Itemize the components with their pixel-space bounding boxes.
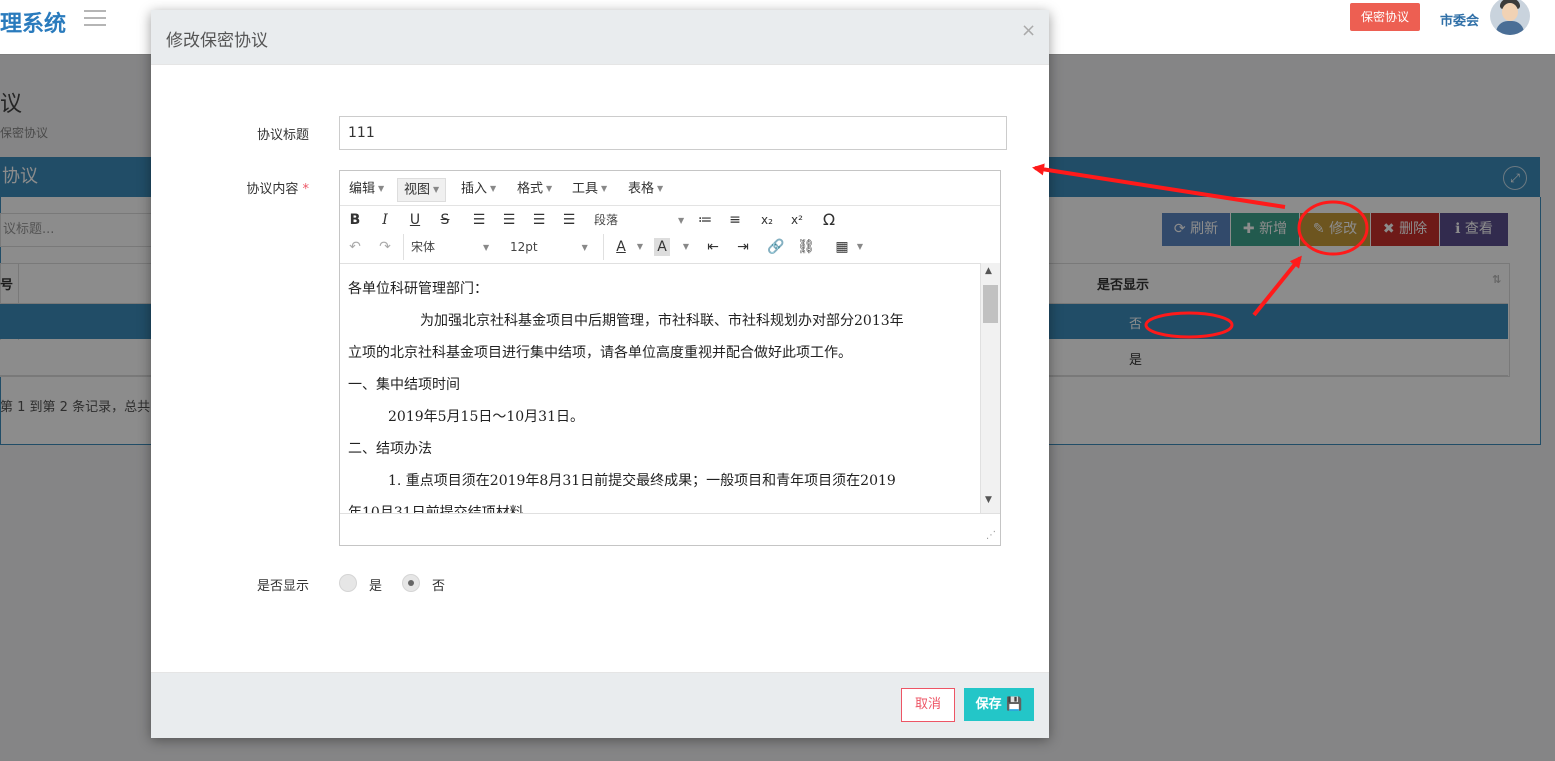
link-icon[interactable]: 🔗 (764, 233, 788, 261)
align-center-icon[interactable]: ☰ (497, 206, 521, 234)
indent-icon[interactable]: ⇥ (731, 233, 755, 261)
redo-icon[interactable]: ↷ (373, 233, 397, 261)
editor-content[interactable]: 各单位科研管理部门： 为加强北京社科基金项目中后期管理，市社科联、市社科规划办对… (340, 263, 980, 514)
outdent-icon[interactable]: ⇤ (701, 233, 725, 261)
bullet-list-icon[interactable]: ≔ (693, 206, 717, 234)
title-label: 协议标题 (256, 128, 309, 143)
unlink-icon[interactable]: ⛓ (794, 233, 818, 261)
menu-tools[interactable]: 工具 ▼ (566, 178, 613, 200)
floppy-disk-icon: 💾 (1006, 697, 1023, 712)
special-character-icon[interactable]: Ω (817, 206, 841, 234)
editor-statusbar (340, 513, 1000, 545)
content-line: 2019年5月15日～10月31日。 (388, 409, 584, 425)
subscript-icon[interactable]: x₂ (755, 206, 779, 234)
superscript-icon[interactable]: x² (785, 206, 809, 234)
chevron-down-icon: ▼ (490, 184, 497, 193)
strikethrough-icon[interactable]: S (433, 206, 457, 234)
menu-table[interactable]: 表格 ▼ (622, 178, 669, 200)
chevron-down-icon: ▼ (546, 184, 553, 193)
radio-display-no[interactable] (402, 574, 420, 592)
paragraph-select[interactable]: 段落 ▼ (594, 206, 684, 235)
align-justify-icon[interactable]: ☰ (557, 206, 581, 234)
display-label: 是否显示 (256, 579, 309, 594)
radio-label-no[interactable]: 否 (432, 575, 445, 594)
save-button[interactable]: 保存 💾 (964, 688, 1034, 721)
radio-display-yes[interactable] (339, 574, 357, 592)
close-icon[interactable]: × (1021, 20, 1036, 41)
chevron-down-icon: ▼ (433, 185, 440, 194)
font-size-select[interactable]: 12pt ▼ (510, 233, 588, 262)
chevron-down-icon: ▼ (657, 184, 664, 193)
chevron-down-icon[interactable]: ▼ (628, 233, 652, 261)
content-line: 立项的北京社科基金项目进行集中结项，请各单位高度重视并配合做好此项工作。 (348, 345, 852, 361)
resize-handle-icon[interactable]: ⋰ (986, 530, 996, 541)
chevron-down-icon: ▼ (678, 215, 685, 225)
toolbar-divider (403, 234, 404, 260)
italic-icon[interactable]: I (373, 206, 397, 234)
cancel-button[interactable]: 取消 (901, 688, 955, 722)
background-color-icon[interactable]: A (654, 238, 670, 256)
required-mark: * (302, 182, 310, 197)
chevron-down-icon[interactable]: ▼ (848, 233, 872, 261)
toolbar-divider (603, 234, 604, 260)
menu-edit[interactable]: 编辑 ▼ (343, 178, 390, 200)
numbered-list-icon[interactable]: ≡ (723, 206, 747, 234)
content-line: 为加强北京社科基金项目中后期管理，市社科联、市社科规划办对部分2013年 (420, 313, 904, 329)
edit-agreement-modal: 修改保密协议 × 协议标题 111 协议内容 * 编辑 ▼ 视图 ▼ 插入 ▼ 格式 ▼… (151, 10, 1049, 738)
editor-toolbar-row-1: B I U S ☰ ☰ ☰ ☰ 段落 ▼ ≔ ≡ x₂ x² Ω (340, 206, 1000, 234)
underline-icon[interactable]: U (403, 206, 427, 234)
chevron-down-icon: ▼ (581, 242, 588, 252)
modal-title: 修改保密协议 (166, 31, 268, 51)
align-left-icon[interactable]: ☰ (467, 206, 491, 234)
menu-insert[interactable]: 插入 ▼ (455, 178, 502, 200)
modal-header: 修改保密协议 × (151, 10, 1049, 65)
chevron-down-icon[interactable]: ▼ (674, 233, 698, 261)
chevron-down-icon: ▼ (378, 184, 385, 193)
editor-scrollbar[interactable]: ▲ ▼ (980, 263, 1000, 513)
scrollbar-thumb[interactable] (983, 285, 998, 323)
content-line: 一、集中结项时间 (348, 377, 460, 393)
content-line: 各单位科研管理部门： (348, 281, 488, 297)
scroll-down-icon[interactable]: ▼ (985, 495, 992, 505)
radio-label-yes[interactable]: 是 (369, 575, 382, 594)
content-line: 1. 重点项目须在2019年8月31日前提交最终成果；一般项目和青年项目须在20… (388, 473, 896, 489)
font-family-select[interactable]: 宋体 ▼ (411, 233, 489, 262)
undo-icon[interactable]: ↶ (343, 233, 367, 261)
chevron-down-icon: ▼ (601, 184, 608, 193)
scroll-up-icon[interactable]: ▲ (985, 266, 992, 276)
editor-toolbar-row-2: ↶ ↷ 宋体 ▼ 12pt ▼ A ▼ A ▼ ⇤ ⇥ 🔗 ⛓ ▦ ▼ (340, 233, 1000, 261)
editor-menubar: 编辑 ▼ 视图 ▼ 插入 ▼ 格式 ▼ 工具 ▼ 表格 ▼ (340, 171, 1000, 206)
rich-text-editor: 编辑 ▼ 视图 ▼ 插入 ▼ 格式 ▼ 工具 ▼ 表格 ▼ B I U S ☰ ☰ ☰ ☰ … (339, 170, 1001, 546)
content-label: 协议内容 * (246, 182, 310, 197)
chevron-down-icon: ▼ (483, 242, 490, 252)
content-line: 二、结项办法 (348, 441, 432, 457)
menu-format[interactable]: 格式 ▼ (511, 178, 558, 200)
menu-view[interactable]: 视图 ▼ (397, 178, 447, 202)
align-right-icon[interactable]: ☰ (527, 206, 551, 234)
bold-icon[interactable]: B (343, 206, 367, 234)
title-input[interactable]: 111 (339, 116, 1007, 150)
